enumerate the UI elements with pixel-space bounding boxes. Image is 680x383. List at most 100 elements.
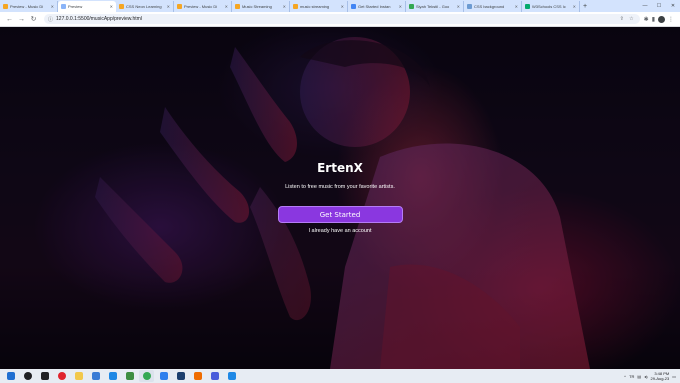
tab-strip: Preview - Music Di ✕ Preview ✕ CSS Neon Lear… <box>0 0 680 12</box>
extensions-icon[interactable]: ✱ <box>644 16 649 23</box>
browser-window: Preview - Music Di ✕ Preview ✕ CSS Neon Lear… <box>0 0 680 383</box>
photos-icon <box>159 372 168 380</box>
tab-label: Preview - Music Di <box>184 4 218 9</box>
notification-icon[interactable]: ▭ <box>672 374 676 379</box>
tab-favicon-icon <box>351 4 356 9</box>
browser-tab[interactable]: Preview - Music Di ✕ <box>174 1 232 12</box>
page-viewport: ErtenX Listen to free music from your fa… <box>0 27 680 369</box>
opera-icon <box>57 372 66 380</box>
tab-favicon-icon <box>3 4 8 9</box>
profile-avatar[interactable] <box>658 15 665 23</box>
taskbar-app-windows-start[interactable] <box>3 370 18 382</box>
tab-favicon-icon <box>235 4 240 9</box>
reload-button[interactable]: ↻ <box>28 14 39 25</box>
taskbar-app-app-orange[interactable] <box>190 370 205 382</box>
clock-date: 29-Aug-23 <box>650 376 670 381</box>
login-link[interactable]: I already have an account <box>309 228 372 234</box>
hero-section: ErtenX Listen to free music from your fa… <box>0 161 680 234</box>
arrow-right-icon: → <box>18 15 25 23</box>
network-icon[interactable]: ▤ <box>637 374 641 379</box>
tab-favicon-icon <box>409 4 414 9</box>
taskbar-app-task-view[interactable] <box>37 370 52 382</box>
tab-close-icon[interactable]: ✕ <box>51 4 54 9</box>
taskbar-app-app-blue[interactable] <box>207 370 222 382</box>
taskbar-app-photos[interactable] <box>156 370 171 382</box>
browser-tab[interactable]: music streaming ✕ <box>290 1 348 12</box>
tab-label: Get Started Instan <box>358 4 391 9</box>
windows-start-icon <box>6 372 15 380</box>
browser-toolbar: ← → ↻ ⓘ 127.0.0.1:5500/musicApp/preview.… <box>0 12 680 27</box>
address-bar[interactable]: ⓘ 127.0.0.1:5500/musicApp/preview.html ⇪… <box>44 14 640 24</box>
taskbar-app-opera[interactable] <box>54 370 69 382</box>
info-icon[interactable]: ⓘ <box>48 16 53 23</box>
browser-tab[interactable]: Preview - Music Di ✕ <box>0 1 58 12</box>
taskbar-app-mail[interactable] <box>105 370 120 382</box>
tab-close-icon[interactable]: ✕ <box>573 4 576 9</box>
taskbar-app-vscode[interactable] <box>224 370 239 382</box>
menu-icon[interactable]: ⋮ <box>668 16 674 23</box>
tab-close-icon[interactable]: ✕ <box>110 4 113 9</box>
system-tray: ^ TR ▤ ◂) 3:48 PM 29-Aug-23 ▭ <box>624 371 680 381</box>
chevron-up-icon[interactable]: ^ <box>624 374 626 379</box>
tab-label: Music Streaming <box>242 4 272 9</box>
get-started-button[interactable]: Get Started <box>277 206 403 223</box>
tab-close-icon[interactable]: ✕ <box>167 4 170 9</box>
app-blue-icon <box>210 372 219 380</box>
forward-button[interactable]: → <box>16 14 27 25</box>
browser-tab[interactable]: CSS background ✕ <box>464 1 522 12</box>
store-icon <box>91 372 100 380</box>
taskbar-app-chrome[interactable] <box>139 370 154 382</box>
browser-tab[interactable]: CSS Neon Learning ✕ <box>116 1 174 12</box>
tab-favicon-icon <box>61 4 66 9</box>
new-tab-button[interactable]: + <box>580 1 590 12</box>
tab-close-icon[interactable]: ✕ <box>515 4 518 9</box>
browser-tab[interactable]: Get Started Instan ✕ <box>348 1 406 12</box>
taskbar-app-store[interactable] <box>88 370 103 382</box>
brand-title: ErtenX <box>317 161 363 175</box>
taskbar-app-photoshop[interactable] <box>173 370 188 382</box>
browser-tab[interactable]: W3Schools CSS Ic ✕ <box>522 1 580 12</box>
sidebar-icon[interactable]: ▮ <box>652 16 655 23</box>
mail-icon <box>108 372 117 380</box>
reload-icon: ↻ <box>30 16 37 23</box>
tab-label: W3Schools CSS Ic <box>532 4 566 9</box>
taskbar-app-search[interactable] <box>20 370 35 382</box>
address-url: 127.0.0.1:5500/musicApp/preview.html <box>56 16 142 22</box>
tab-favicon-icon <box>119 4 124 9</box>
photoshop-icon <box>176 372 185 380</box>
close-window-button[interactable]: ✕ <box>666 0 680 12</box>
chrome-icon <box>142 372 151 380</box>
tab-close-icon[interactable]: ✕ <box>399 4 402 9</box>
tab-label: CSS Neon Learning <box>126 4 162 9</box>
search-icon <box>23 372 32 380</box>
maximize-button[interactable]: ☐ <box>652 0 666 12</box>
tab-favicon-icon <box>525 4 530 9</box>
hero-tagline: Listen to free music from your favorite … <box>285 184 395 190</box>
app-green-icon <box>125 372 134 380</box>
back-button[interactable]: ← <box>4 14 15 25</box>
browser-tab[interactable]: Preview ✕ <box>58 1 116 12</box>
browser-tab[interactable]: Siyah Tekstil - Goo ✕ <box>406 1 464 12</box>
tab-label: Siyah Tekstil - Goo <box>416 4 450 9</box>
minimize-button[interactable]: — <box>638 0 652 12</box>
browser-tab[interactable]: Music Streaming ✕ <box>232 1 290 12</box>
tab-favicon-icon <box>293 4 298 9</box>
arrow-left-icon: ← <box>6 15 13 23</box>
volume-icon[interactable]: ◂) <box>644 374 647 379</box>
task-view-icon <box>40 372 49 380</box>
clock[interactable]: 3:48 PM 29-Aug-23 <box>651 371 670 381</box>
tab-label: music streaming <box>300 4 330 9</box>
share-icon[interactable]: ⇪ ☆ <box>620 16 636 22</box>
tab-label: CSS background <box>474 4 505 9</box>
tab-label: Preview <box>68 4 83 9</box>
tab-close-icon[interactable]: ✕ <box>457 4 460 9</box>
taskbar-app-file-explorer[interactable] <box>71 370 86 382</box>
tab-close-icon[interactable]: ✕ <box>341 4 344 9</box>
vscode-icon <box>227 372 236 380</box>
tab-close-icon[interactable]: ✕ <box>283 4 286 9</box>
language-indicator[interactable]: TR <box>629 374 634 379</box>
tab-close-icon[interactable]: ✕ <box>225 4 228 9</box>
taskbar: ^ TR ▤ ◂) 3:48 PM 29-Aug-23 ▭ <box>0 369 680 383</box>
taskbar-app-app-green[interactable] <box>122 370 137 382</box>
app-orange-icon <box>193 372 202 380</box>
